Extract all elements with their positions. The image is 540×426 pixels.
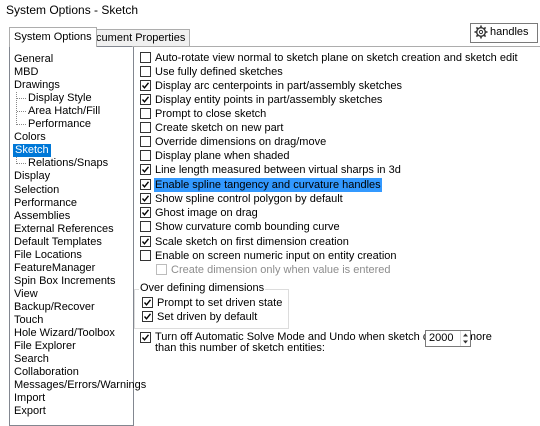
tree-item[interactable]: Area Hatch/Fill <box>28 105 100 118</box>
tree-item[interactable]: Export <box>14 405 46 418</box>
overdefining-group-title: Over defining dimensions <box>139 282 266 294</box>
checkbox[interactable] <box>140 80 151 91</box>
tree-item[interactable]: General <box>14 53 53 66</box>
option-label: Override dimensions on drag/move <box>155 136 327 148</box>
option-label: Scale sketch on first dimension creation <box>155 236 349 248</box>
tree-item[interactable]: Hole Wizard/Toolbox <box>14 327 115 340</box>
tree-item[interactable]: Collaboration <box>14 366 79 379</box>
checkbox <box>156 264 167 275</box>
option-label: Create dimension only when value is ente… <box>171 264 391 276</box>
tree-connector <box>16 157 17 165</box>
option-label: Prompt to set driven state <box>157 297 283 309</box>
checkbox[interactable] <box>140 221 151 232</box>
option-label: Display plane when shaded <box>155 150 290 162</box>
tree-item[interactable]: Messages/Errors/Warnings <box>14 379 146 392</box>
options-tree[interactable]: General MBD Drawings Display Style Area Hatc… <box>9 46 146 426</box>
gear-icon[interactable] <box>474 25 488 39</box>
tree-item[interactable]: Drawings <box>14 79 60 92</box>
checkbox[interactable] <box>140 52 151 63</box>
checkbox[interactable] <box>140 193 151 204</box>
checkbox[interactable] <box>140 332 151 343</box>
tree-item[interactable]: File Locations <box>14 249 82 262</box>
checkbox[interactable] <box>140 179 151 190</box>
checkbox[interactable] <box>140 164 151 175</box>
checkbox[interactable] <box>140 66 151 77</box>
tree-item[interactable]: Spin Box Increments <box>14 275 116 288</box>
option-label: Ghost image on drag <box>155 207 258 219</box>
tree-item[interactable]: Colors <box>14 131 46 144</box>
tree-connector <box>17 124 26 126</box>
option-label-line2: than this number of sketch entities: <box>155 342 325 354</box>
option-label: Set driven by default <box>157 311 258 323</box>
checkbox[interactable] <box>140 236 151 247</box>
checkbox[interactable] <box>140 136 151 147</box>
option-label: Enable on screen numeric input on entity… <box>155 250 397 262</box>
option-label: Use fully defined sketches <box>155 66 283 78</box>
tree-connector <box>17 163 26 165</box>
checkbox[interactable] <box>140 94 151 105</box>
option-label: Show curvature comb bounding curve <box>155 221 340 233</box>
tree-item[interactable]: Touch <box>14 314 43 327</box>
checkbox[interactable] <box>140 108 151 119</box>
solve-mode-entity-count[interactable]: 2000 <box>425 330 471 347</box>
tree-item[interactable]: External References <box>14 223 114 236</box>
spin-value[interactable]: 2000 <box>429 332 453 344</box>
tree-connector <box>16 92 17 126</box>
tree-item[interactable]: Import <box>14 392 45 405</box>
checkbox[interactable] <box>142 311 153 322</box>
tree-item[interactable]: Search <box>14 353 49 366</box>
tree-item[interactable]: File Explorer <box>14 340 76 353</box>
tree-item[interactable]: View <box>14 288 38 301</box>
tree-item[interactable]: Backup/Recover <box>14 301 95 314</box>
tree-item[interactable]: Display Style <box>28 92 92 105</box>
spin-up-icon <box>463 333 468 337</box>
option-label: Display entity points in part/assembly s… <box>155 94 383 106</box>
tree-connector <box>17 111 26 113</box>
spin-buttons[interactable] <box>460 331 470 346</box>
option-label: Show spline control polygon by default <box>155 193 343 205</box>
option-label: Enable spline tangency and curvature han… <box>154 178 382 192</box>
spin-down-icon <box>463 340 468 344</box>
checkbox[interactable] <box>140 250 151 261</box>
tab-system-options[interactable]: System Options <box>9 27 97 47</box>
tree-connector <box>17 98 26 100</box>
checkbox[interactable] <box>142 297 153 308</box>
checkbox[interactable] <box>140 122 151 133</box>
option-label: Display arc centerpoints in part/assembl… <box>155 80 402 92</box>
tree-item[interactable]: Selection <box>14 184 59 197</box>
tree-item[interactable]: MBD <box>14 66 38 79</box>
tree-item[interactable]: Performance <box>28 118 91 131</box>
checkbox[interactable] <box>140 150 151 161</box>
tree-item[interactable]: Performance <box>14 197 77 210</box>
option-label: Line length measured between virtual sha… <box>155 164 401 176</box>
tree-item[interactable]: Default Templates <box>14 236 102 249</box>
tree-item[interactable]: Assemblies <box>14 210 70 223</box>
tree-item[interactable]: Sketch <box>13 144 51 158</box>
tree-item[interactable]: FeatureManager <box>14 262 95 275</box>
option-label: Create sketch on new part <box>155 122 284 134</box>
tree-item[interactable]: Display <box>14 170 50 183</box>
option-label: Auto-rotate view normal to sketch plane … <box>155 52 518 64</box>
option-label: Prompt to close sketch <box>155 108 267 120</box>
window-title: System Options - Sketch <box>6 3 139 17</box>
search-input[interactable]: handles <box>490 26 529 38</box>
search-box[interactable]: handles <box>470 23 538 43</box>
checkbox[interactable] <box>140 207 151 218</box>
tree-item[interactable]: Relations/Snaps <box>28 157 108 170</box>
